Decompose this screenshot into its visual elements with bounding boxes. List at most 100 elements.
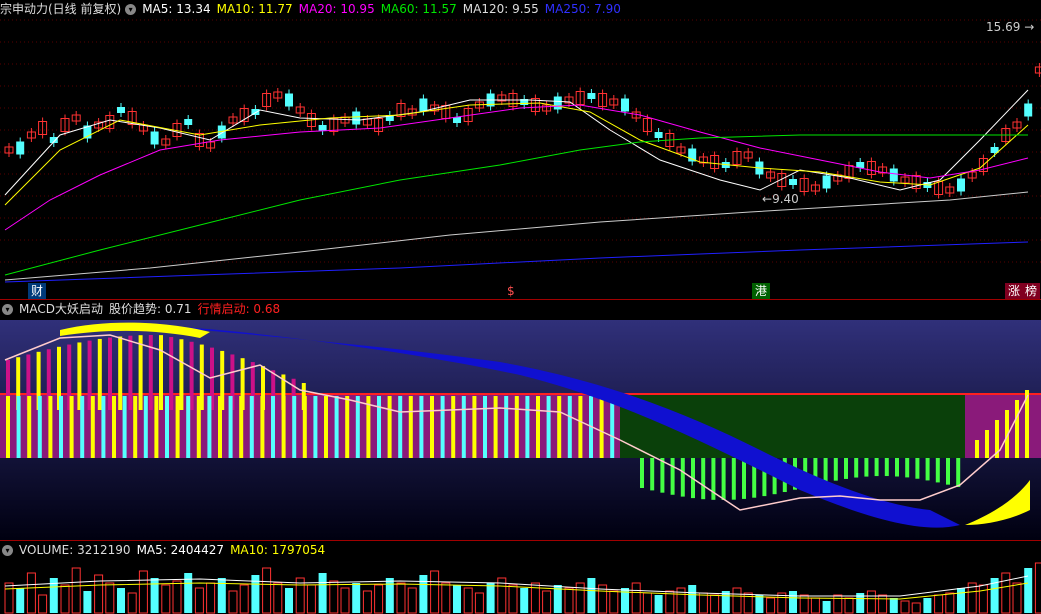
ma250-value: MA250: 7.90 [544, 2, 621, 16]
macd-hist-bar [514, 396, 519, 458]
chevron-down-icon[interactable]: ▾ [2, 304, 13, 315]
macd-hist-bar [874, 458, 879, 477]
macd-hist-bar [218, 396, 222, 458]
volume-bar-up [810, 597, 820, 614]
macd-hist-bar [844, 458, 848, 479]
macd-hist-bar [169, 337, 174, 410]
macd-hist-bar [334, 396, 339, 458]
volume-bar-down [822, 601, 831, 613]
macd-pane[interactable]: ▾ MACD大妖启动 股价趋势: 0.71 行情启动: 0.68 [0, 300, 1041, 540]
macd-hist-bar [387, 396, 392, 458]
volume-bar-up [362, 590, 372, 614]
macd-hist-bar [610, 396, 615, 458]
macd-hist-bar [108, 337, 112, 410]
macd-hist-bar [398, 396, 403, 458]
badge-rank[interactable]: 榜 [1022, 283, 1041, 299]
volume-bar-up [127, 592, 137, 614]
macd-hist-bar [196, 396, 201, 458]
volume-ma10: MA10: 1797054 [230, 543, 326, 557]
macd-hist-bar [48, 396, 53, 458]
price-chart-pane[interactable]: 宗申动力(日线 前复权) ▾ MA5: 13.34 MA10: 11.77 MA20: … [0, 0, 1041, 299]
macd-hist-bar [345, 396, 350, 458]
chevron-down-icon[interactable]: ▾ [2, 545, 13, 556]
volume-bar-up [766, 597, 776, 614]
macd-hist-bar [640, 458, 644, 488]
volume-bar-up [407, 587, 417, 614]
volume-bar-up [71, 567, 81, 614]
candle-down [553, 96, 562, 110]
volume-bar-down [385, 578, 394, 613]
macd-hist-bar [138, 335, 143, 410]
macd-hist-bar [159, 335, 163, 410]
macd-hist-bar [731, 458, 736, 500]
macd-hist-bar [37, 396, 42, 458]
macd-hist-bar [281, 396, 286, 458]
volume-bar-up [60, 584, 70, 614]
ma20-value: MA20: 10.95 [298, 2, 375, 16]
macd-hist-bar [451, 396, 456, 458]
macd-hist-bar [430, 396, 434, 458]
volume-bar-up [105, 582, 115, 614]
macd-hist-bar [895, 458, 899, 477]
macd-hist-bar [59, 396, 63, 458]
macd-plot [0, 320, 1041, 540]
volume-bar-down [755, 595, 764, 613]
macd-hist-bar [16, 396, 21, 458]
volume-value: VOLUME: 3212190 [19, 543, 131, 557]
badge-finance[interactable]: 财 [28, 283, 47, 299]
volume-bar-up [1034, 562, 1041, 614]
ma5-value: MA5: 13.34 [142, 2, 211, 16]
volume-bar-up [542, 590, 552, 614]
arrow-icon: → [1024, 20, 1035, 34]
macd-hist-bar [355, 396, 360, 458]
macd-hist-bar [154, 396, 159, 458]
macd-hist-bar [557, 396, 562, 458]
macd-hist-bar [1015, 400, 1019, 458]
candle-down [318, 125, 327, 131]
volume-bar-up [642, 592, 652, 614]
macd-hist-bar [536, 396, 540, 458]
volume-bar-up [206, 582, 216, 614]
macd-hist-bar [112, 396, 116, 458]
volume-bar-up [340, 587, 350, 614]
volume-bar-down [16, 588, 25, 613]
volume-bar-down [419, 575, 428, 613]
macd-hist-bar [461, 396, 466, 458]
macd-hist-bar [864, 458, 869, 477]
volume-bar-up [172, 580, 182, 614]
macd-hist-bar [324, 396, 328, 458]
volume-bar-up [732, 587, 742, 614]
badge-hk[interactable]: 港 [752, 283, 771, 299]
chevron-down-icon[interactable]: ▾ [125, 4, 137, 15]
volume-bar-down [520, 588, 529, 613]
candle-down [419, 98, 428, 112]
volume-bar-up [396, 582, 406, 614]
volume-bar-up [262, 567, 272, 614]
ma120-value: MA120: 9.55 [462, 2, 539, 16]
volume-bar-up [26, 572, 36, 614]
candle-down [1024, 103, 1033, 117]
ma120-line [4, 191, 1029, 281]
volume-pane[interactable]: ▾ VOLUME: 3212190 MA5: 2404427 MA10: 179705… [0, 541, 1041, 614]
macd-title: MACD大妖启动 [19, 302, 103, 316]
macd-hist-bar [742, 458, 746, 499]
macd-hist-bar [80, 396, 85, 458]
volume-bar-up [833, 594, 843, 614]
volume-bar-up [609, 590, 619, 614]
macd-hist-bar [189, 341, 194, 410]
badge-limit-up[interactable]: 涨 [1005, 283, 1024, 299]
macd-hist-bar [472, 396, 477, 458]
macd-hist-bar [302, 396, 307, 458]
macd-hist-bar [567, 396, 572, 458]
volume-bar-down [587, 578, 596, 613]
volume-bar-up [631, 582, 641, 614]
badge-dollar[interactable]: $ [504, 283, 518, 299]
macd-hist-bar [377, 396, 381, 458]
candle-down [621, 98, 629, 112]
volume-bar-down [453, 585, 461, 613]
macd-hist-bar [701, 458, 706, 500]
volume-bar-up [1001, 572, 1011, 614]
candle-down [117, 107, 125, 113]
macd-hist-bar [721, 458, 726, 500]
macd-hist-bar [122, 396, 127, 458]
